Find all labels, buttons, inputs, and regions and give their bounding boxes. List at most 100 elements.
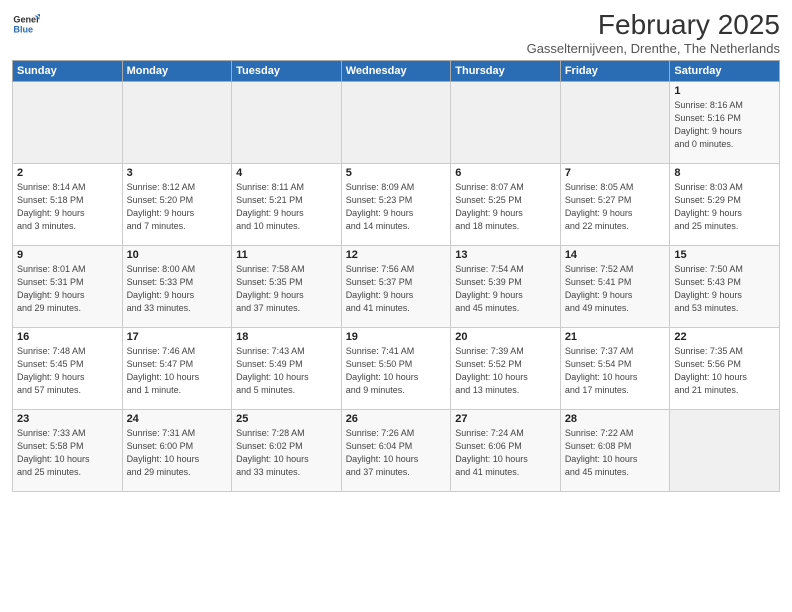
day-info: Sunrise: 8:12 AMSunset: 5:20 PMDaylight:… xyxy=(127,181,228,233)
day-number: 23 xyxy=(17,413,118,425)
table-row: 1 Sunrise: 8:16 AMSunset: 5:16 PMDaylight… xyxy=(670,81,780,163)
logo-icon: General Blue xyxy=(12,10,40,38)
table-row xyxy=(560,81,670,163)
day-number: 26 xyxy=(346,413,447,425)
day-info: Sunrise: 7:33 AMSunset: 5:58 PMDaylight:… xyxy=(17,427,118,479)
day-info: Sunrise: 8:16 AMSunset: 5:16 PMDaylight:… xyxy=(674,99,775,151)
calendar-week-row: 1 Sunrise: 8:16 AMSunset: 5:16 PMDaylight… xyxy=(13,81,780,163)
day-info: Sunrise: 8:03 AMSunset: 5:29 PMDaylight:… xyxy=(674,181,775,233)
table-row: 12 Sunrise: 7:56 AMSunset: 5:37 PMDayligh… xyxy=(341,245,451,327)
table-row: 25 Sunrise: 7:28 AMSunset: 6:02 PMDayligh… xyxy=(232,409,342,491)
day-info: Sunrise: 7:26 AMSunset: 6:04 PMDaylight:… xyxy=(346,427,447,479)
day-info: Sunrise: 7:39 AMSunset: 5:52 PMDaylight:… xyxy=(455,345,556,397)
table-row: 19 Sunrise: 7:41 AMSunset: 5:50 PMDayligh… xyxy=(341,327,451,409)
day-info: Sunrise: 8:11 AMSunset: 5:21 PMDaylight:… xyxy=(236,181,337,233)
day-number: 2 xyxy=(17,167,118,179)
day-number: 9 xyxy=(17,249,118,261)
table-row: 16 Sunrise: 7:48 AMSunset: 5:45 PMDayligh… xyxy=(13,327,123,409)
table-row xyxy=(122,81,232,163)
subtitle: Gasselternijveen, Drenthe, The Netherlan… xyxy=(527,41,780,56)
day-info: Sunrise: 7:52 AMSunset: 5:41 PMDaylight:… xyxy=(565,263,666,315)
title-area: February 2025 Gasselternijveen, Drenthe,… xyxy=(527,10,780,56)
day-info: Sunrise: 8:00 AMSunset: 5:33 PMDaylight:… xyxy=(127,263,228,315)
page-container: General Blue February 2025 Gasselternijv… xyxy=(0,0,792,612)
table-row: 21 Sunrise: 7:37 AMSunset: 5:54 PMDayligh… xyxy=(560,327,670,409)
table-row xyxy=(451,81,561,163)
table-row: 5 Sunrise: 8:09 AMSunset: 5:23 PMDaylight… xyxy=(341,163,451,245)
day-number: 8 xyxy=(674,167,775,179)
table-row: 23 Sunrise: 7:33 AMSunset: 5:58 PMDayligh… xyxy=(13,409,123,491)
table-row: 10 Sunrise: 8:00 AMSunset: 5:33 PMDayligh… xyxy=(122,245,232,327)
day-number: 22 xyxy=(674,331,775,343)
day-number: 16 xyxy=(17,331,118,343)
day-number: 20 xyxy=(455,331,556,343)
table-row: 14 Sunrise: 7:52 AMSunset: 5:41 PMDayligh… xyxy=(560,245,670,327)
col-saturday: Saturday xyxy=(670,60,780,81)
col-thursday: Thursday xyxy=(451,60,561,81)
table-row xyxy=(13,81,123,163)
day-number: 5 xyxy=(346,167,447,179)
day-number: 19 xyxy=(346,331,447,343)
table-row: 22 Sunrise: 7:35 AMSunset: 5:56 PMDayligh… xyxy=(670,327,780,409)
day-number: 1 xyxy=(674,85,775,97)
table-row: 27 Sunrise: 7:24 AMSunset: 6:06 PMDayligh… xyxy=(451,409,561,491)
day-info: Sunrise: 8:07 AMSunset: 5:25 PMDaylight:… xyxy=(455,181,556,233)
col-wednesday: Wednesday xyxy=(341,60,451,81)
table-row xyxy=(670,409,780,491)
table-row xyxy=(341,81,451,163)
table-row: 9 Sunrise: 8:01 AMSunset: 5:31 PMDaylight… xyxy=(13,245,123,327)
table-row: 18 Sunrise: 7:43 AMSunset: 5:49 PMDayligh… xyxy=(232,327,342,409)
day-info: Sunrise: 7:50 AMSunset: 5:43 PMDaylight:… xyxy=(674,263,775,315)
day-info: Sunrise: 7:54 AMSunset: 5:39 PMDaylight:… xyxy=(455,263,556,315)
day-number: 28 xyxy=(565,413,666,425)
table-row: 4 Sunrise: 8:11 AMSunset: 5:21 PMDaylight… xyxy=(232,163,342,245)
table-row: 2 Sunrise: 8:14 AMSunset: 5:18 PMDaylight… xyxy=(13,163,123,245)
day-number: 27 xyxy=(455,413,556,425)
day-number: 6 xyxy=(455,167,556,179)
day-info: Sunrise: 7:31 AMSunset: 6:00 PMDaylight:… xyxy=(127,427,228,479)
day-number: 12 xyxy=(346,249,447,261)
table-row: 20 Sunrise: 7:39 AMSunset: 5:52 PMDayligh… xyxy=(451,327,561,409)
day-info: Sunrise: 8:01 AMSunset: 5:31 PMDaylight:… xyxy=(17,263,118,315)
day-info: Sunrise: 7:35 AMSunset: 5:56 PMDaylight:… xyxy=(674,345,775,397)
day-number: 13 xyxy=(455,249,556,261)
day-number: 3 xyxy=(127,167,228,179)
table-row: 3 Sunrise: 8:12 AMSunset: 5:20 PMDaylight… xyxy=(122,163,232,245)
day-number: 14 xyxy=(565,249,666,261)
day-info: Sunrise: 7:43 AMSunset: 5:49 PMDaylight:… xyxy=(236,345,337,397)
day-info: Sunrise: 8:09 AMSunset: 5:23 PMDaylight:… xyxy=(346,181,447,233)
day-number: 15 xyxy=(674,249,775,261)
day-number: 25 xyxy=(236,413,337,425)
day-info: Sunrise: 7:46 AMSunset: 5:47 PMDaylight:… xyxy=(127,345,228,397)
table-row: 6 Sunrise: 8:07 AMSunset: 5:25 PMDaylight… xyxy=(451,163,561,245)
table-row xyxy=(232,81,342,163)
table-row: 11Sunrise: 7:58 AMSunset: 5:35 PMDayligh… xyxy=(232,245,342,327)
day-number: 7 xyxy=(565,167,666,179)
day-info: Sunrise: 7:37 AMSunset: 5:54 PMDaylight:… xyxy=(565,345,666,397)
day-info: Sunrise: 7:41 AMSunset: 5:50 PMDaylight:… xyxy=(346,345,447,397)
day-info: Sunrise: 7:48 AMSunset: 5:45 PMDaylight:… xyxy=(17,345,118,397)
table-row: 24Sunrise: 7:31 AMSunset: 6:00 PMDayligh… xyxy=(122,409,232,491)
table-row: 28 Sunrise: 7:22 AMSunset: 6:08 PMDayligh… xyxy=(560,409,670,491)
col-monday: Monday xyxy=(122,60,232,81)
table-row: 17 Sunrise: 7:46 AMSunset: 5:47 PMDayligh… xyxy=(122,327,232,409)
day-number: 21 xyxy=(565,331,666,343)
day-info: Sunrise: 8:14 AMSunset: 5:18 PMDaylight:… xyxy=(17,181,118,233)
logo: General Blue xyxy=(12,10,40,38)
day-info: Sunrise: 7:28 AMSunset: 6:02 PMDaylight:… xyxy=(236,427,337,479)
day-number: 4 xyxy=(236,167,337,179)
day-info: Sunrise: 7:24 AMSunset: 6:06 PMDaylight:… xyxy=(455,427,556,479)
calendar-table: Sunday Monday Tuesday Wednesday Thursday… xyxy=(12,60,780,492)
day-number: 11 xyxy=(236,249,337,261)
day-number: 17 xyxy=(127,331,228,343)
day-number: 18 xyxy=(236,331,337,343)
day-info: Sunrise: 7:22 AMSunset: 6:08 PMDaylight:… xyxy=(565,427,666,479)
table-row: 8 Sunrise: 8:03 AMSunset: 5:29 PMDaylight… xyxy=(670,163,780,245)
day-info: Sunrise: 7:56 AMSunset: 5:37 PMDaylight:… xyxy=(346,263,447,315)
day-number: 10 xyxy=(127,249,228,261)
table-row: 15 Sunrise: 7:50 AMSunset: 5:43 PMDayligh… xyxy=(670,245,780,327)
col-sunday: Sunday xyxy=(13,60,123,81)
calendar-week-row: 16 Sunrise: 7:48 AMSunset: 5:45 PMDayligh… xyxy=(13,327,780,409)
col-friday: Friday xyxy=(560,60,670,81)
table-row: 26 Sunrise: 7:26 AMSunset: 6:04 PMDayligh… xyxy=(341,409,451,491)
